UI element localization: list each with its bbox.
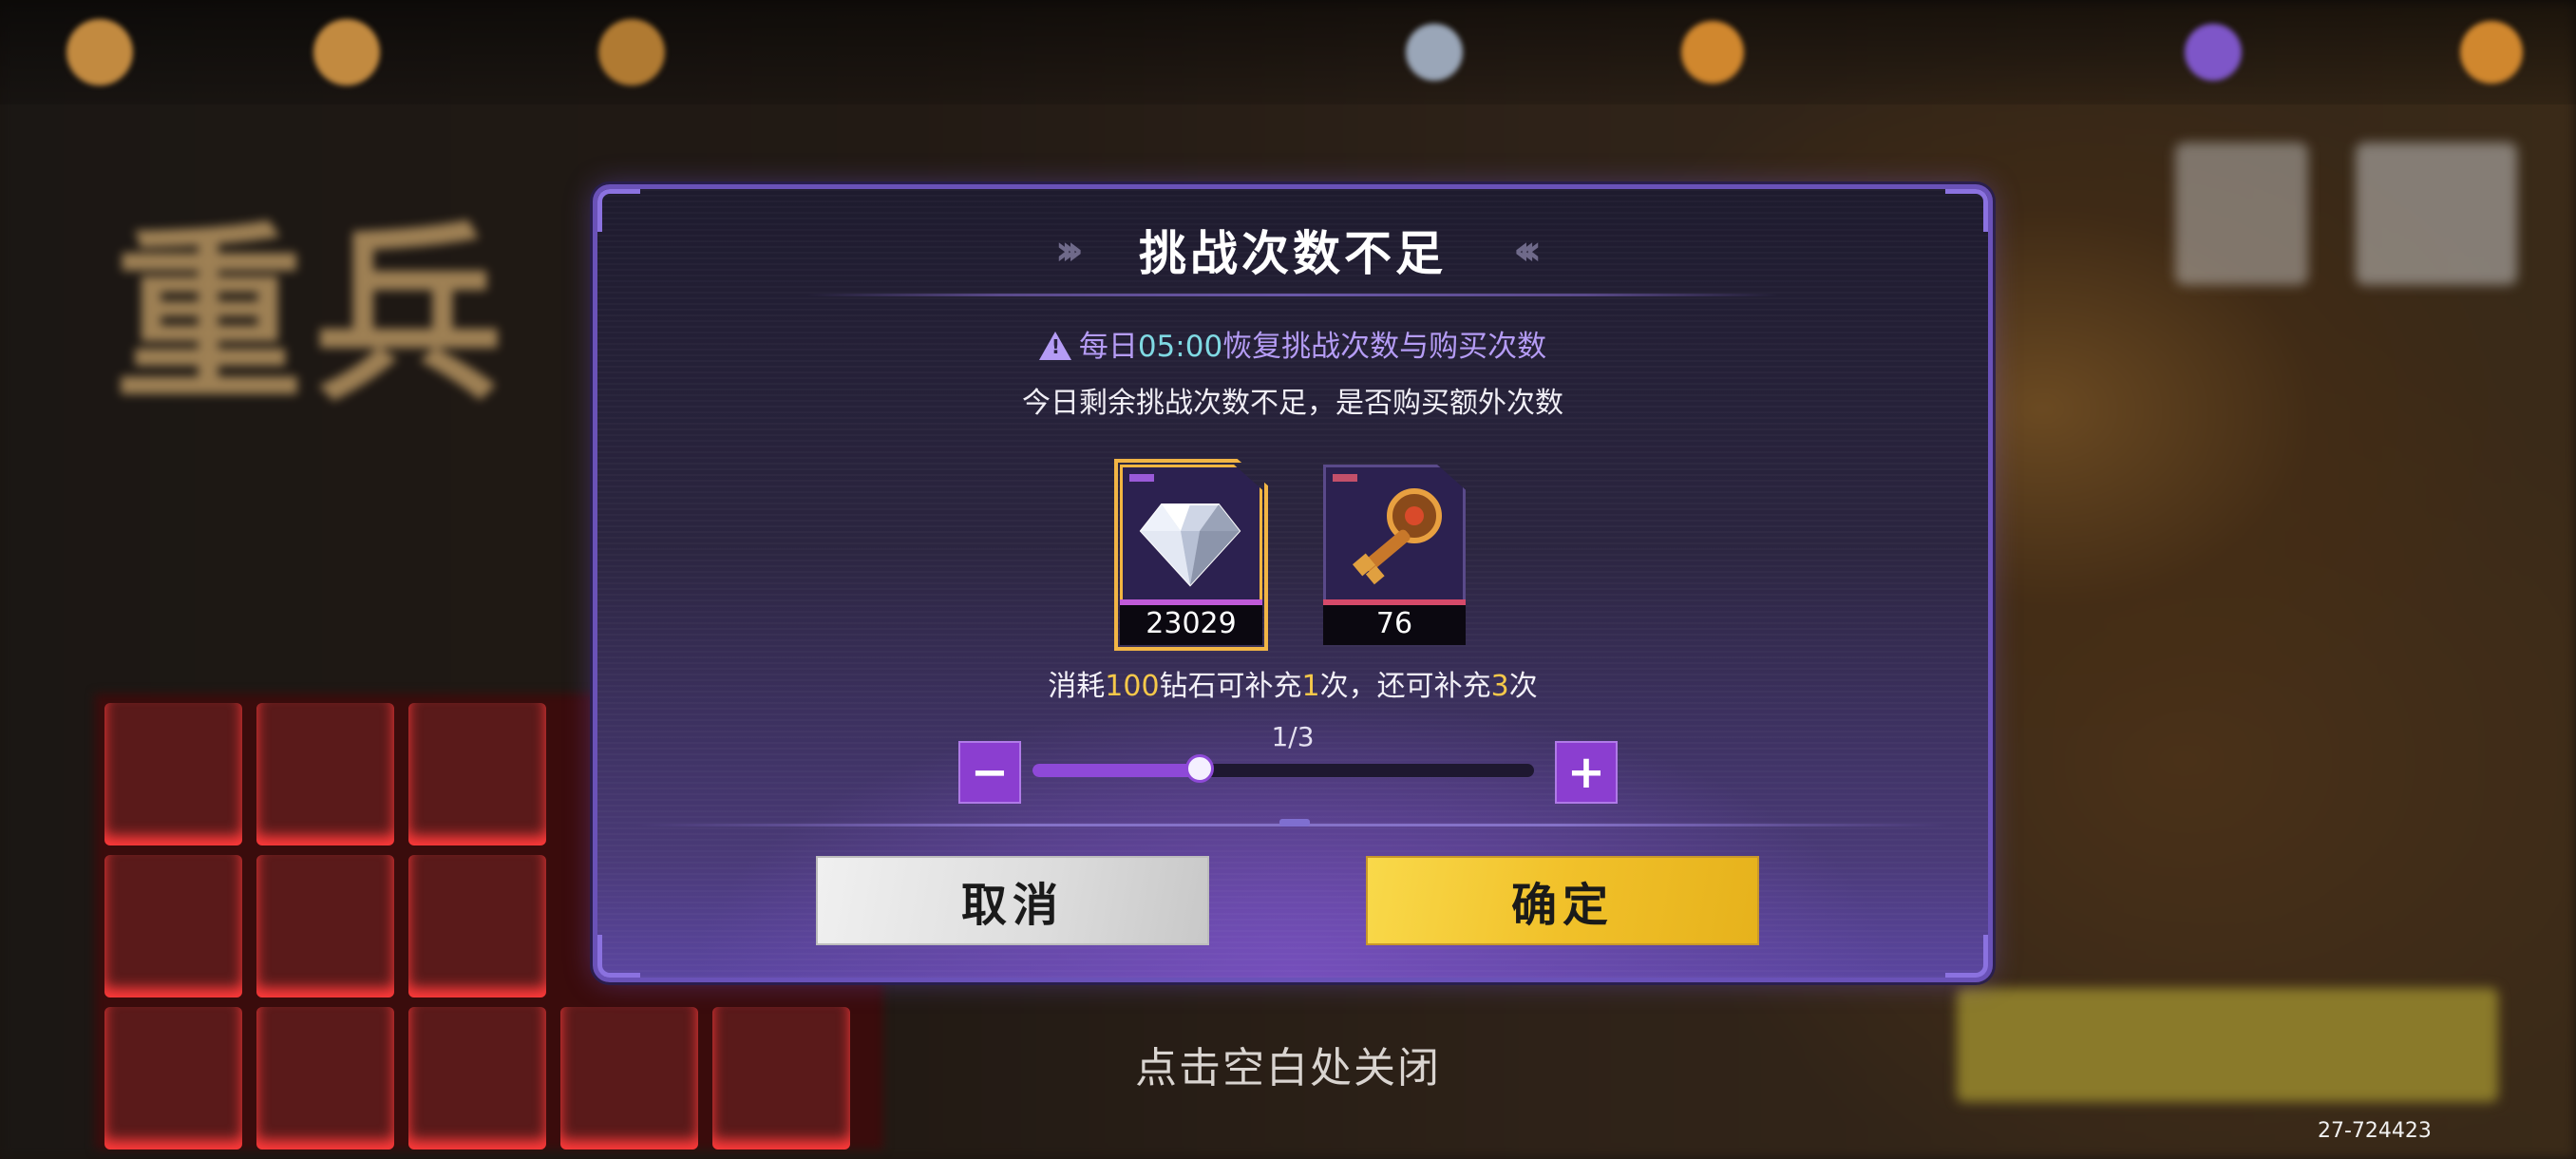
item-count: 76 (1323, 599, 1466, 645)
dialog-title: 挑战次数不足 (1139, 226, 1447, 281)
menu-icon-2 (598, 19, 665, 86)
notice-suffix: 恢复挑战次数与购买次数 (1222, 330, 1547, 364)
chevron-left-icon: ‹‹‹ (1513, 225, 1543, 275)
title-divider (806, 294, 1779, 296)
notice-prefix: 每日 (1078, 330, 1138, 364)
consume-gain: 1 (1301, 670, 1320, 703)
consume-text: 次 (1508, 670, 1538, 703)
background-cell (256, 703, 394, 846)
consume-info: 消耗100钻石可补充1次，还可补充3次 (597, 662, 1988, 704)
background-stage-title: 重兵 (114, 204, 514, 428)
item-count: 23029 (1120, 599, 1262, 645)
reset-notice: 每日05:00恢复挑战次数与购买次数 (597, 322, 1988, 365)
slider-thumb[interactable] (1185, 754, 1214, 783)
item-rarity-tag (1129, 474, 1154, 482)
notice-time: 05:00 (1137, 330, 1223, 364)
consume-remaining: 3 (1490, 670, 1509, 703)
add-resource-icon (1681, 21, 1744, 84)
dialog-subtitle: 今日剩余挑战次数不足，是否购买额外次数 (1022, 387, 1563, 420)
user-id: 27-724423 (2318, 1119, 2432, 1143)
decrease-button[interactable]: − (958, 741, 1021, 804)
add-gem-icon (2460, 21, 2523, 84)
cancel-button[interactable]: 取消 (816, 856, 1209, 945)
confirm-button[interactable]: 确定 (1366, 856, 1759, 945)
key-icon (1352, 488, 1442, 585)
insufficient-challenges-dialog: ››› 挑战次数不足 ‹‹‹ 每日05:00恢复挑战次数与购买次数 今日剩余挑战… (593, 184, 1993, 982)
chevron-right-icon: ››› (1054, 225, 1085, 275)
resource-icon (1406, 24, 1463, 81)
warning-icon (1038, 332, 1071, 360)
back-icon (66, 19, 133, 86)
menu-icon (313, 19, 380, 86)
consume-text: 消耗 (1048, 670, 1106, 703)
increase-button[interactable]: + (1555, 741, 1618, 804)
dialog-corner (1945, 935, 1988, 978)
background-cell (408, 855, 546, 998)
divider-marker (1279, 819, 1310, 826)
item-key[interactable]: 76 (1323, 465, 1466, 645)
item-rarity-tag (1333, 474, 1357, 482)
gem-icon (2185, 24, 2242, 81)
consume-text: 钻石可补充 (1159, 670, 1302, 703)
slider-fill (1032, 764, 1200, 777)
item-diamond[interactable]: 23029 (1114, 459, 1268, 651)
background-cell (104, 703, 242, 846)
diamond-icon (1139, 504, 1241, 587)
consume-cost: 100 (1105, 670, 1160, 703)
tap-to-close-hint[interactable]: 点击空白处关闭 (0, 1034, 2576, 1094)
stepper-ratio: 1/3 (1271, 721, 1315, 752)
dialog-corner (597, 935, 640, 978)
background-cart-icon (2356, 142, 2517, 285)
quantity-slider[interactable] (1032, 754, 1534, 783)
background-box-icon (2175, 142, 2308, 285)
consume-text: 次，还可补充 (1319, 670, 1491, 703)
dialog-header: ››› 挑战次数不足 ‹‹‹ (597, 212, 1988, 288)
background-cell (256, 855, 394, 998)
background-cell (408, 703, 546, 846)
background-cell (104, 855, 242, 998)
